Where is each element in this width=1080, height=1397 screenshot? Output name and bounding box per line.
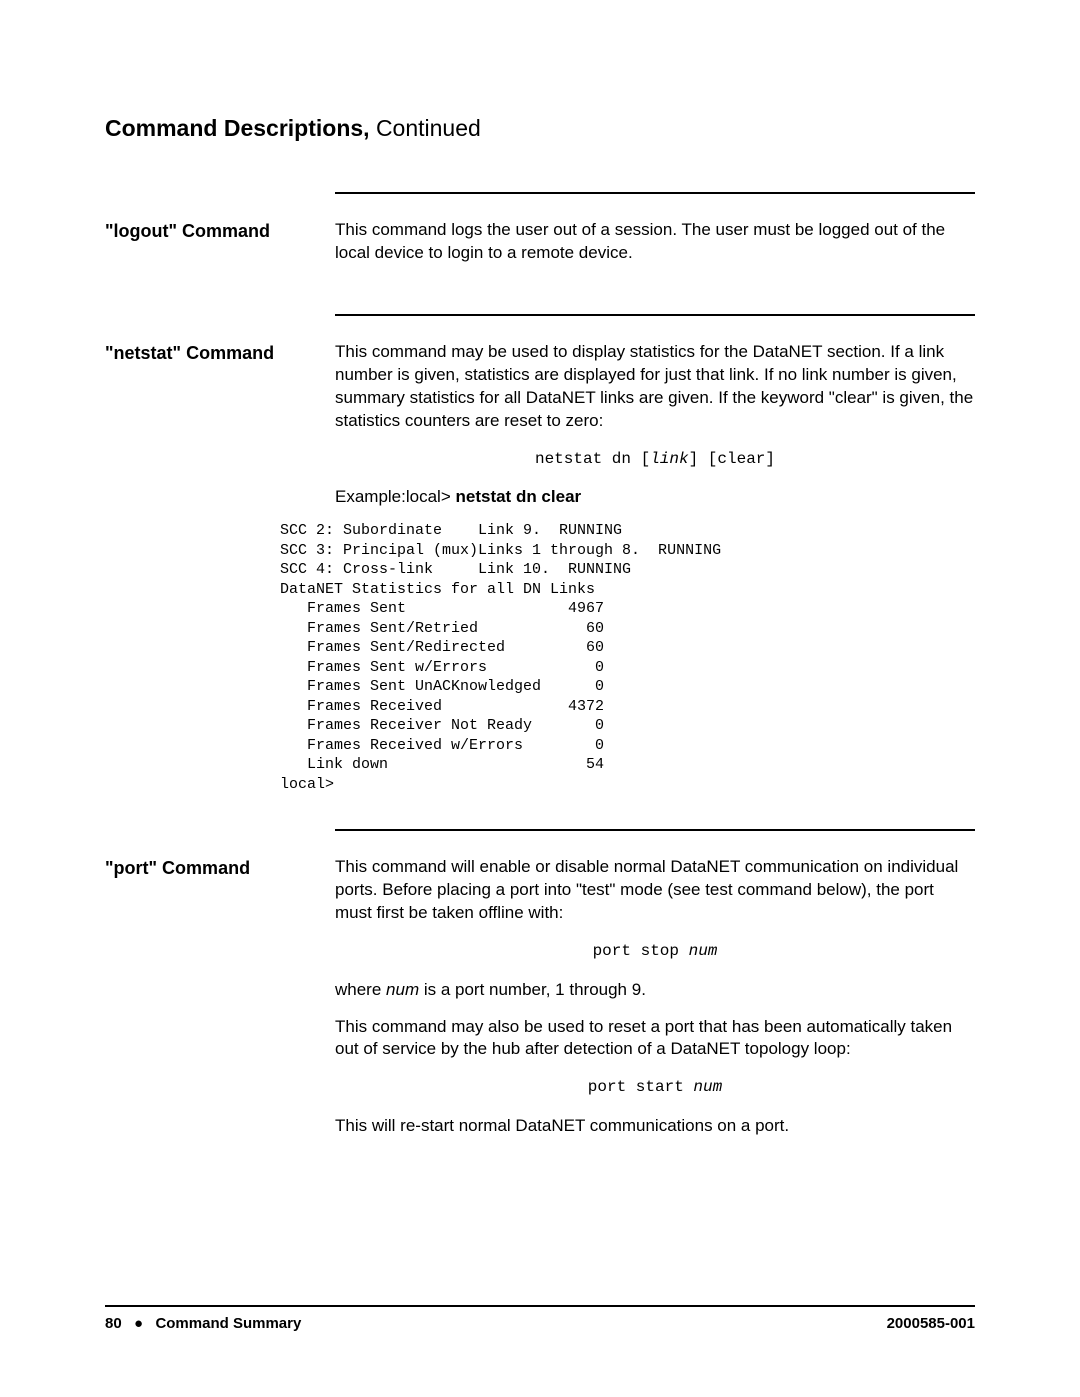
syntax-text: port start: [588, 1078, 694, 1096]
syntax-text: netstat dn [: [535, 450, 650, 468]
divider: [335, 192, 975, 194]
netstat-text1: This command may be used to display stat…: [335, 341, 975, 433]
logout-text: This command logs the user out of a sess…: [335, 219, 975, 265]
text: where: [335, 980, 386, 999]
footer-section: Command Summary: [155, 1315, 301, 1332]
logout-body: This command logs the user out of a sess…: [335, 219, 975, 279]
port-text2: where num is a port number, 1 through 9.: [335, 979, 975, 1002]
page: Command Descriptions, Continued "logout"…: [0, 0, 1080, 1397]
netstat-example: Example:local> netstat dn clear: [335, 486, 975, 509]
syntax-arg: num: [693, 1078, 722, 1096]
arg: num: [386, 980, 419, 999]
example-label: Example:local>: [335, 487, 455, 506]
divider: [335, 314, 975, 316]
logout-heading: "logout" Command: [105, 219, 335, 279]
port-text3: This command may also be used to reset a…: [335, 1016, 975, 1062]
page-footer: 80 ● Command Summary 2000585-001: [105, 1305, 975, 1332]
syntax-text: port stop: [593, 942, 689, 960]
port-heading: "port" Command: [105, 856, 335, 1152]
syntax-arg: num: [689, 942, 718, 960]
netstat-syntax: netstat dn [link] [clear]: [335, 449, 975, 471]
bullet-icon: ●: [130, 1315, 147, 1332]
port-syntax1: port stop num: [335, 941, 975, 963]
divider: [335, 829, 975, 831]
port-syntax2: port start num: [335, 1077, 975, 1099]
netstat-output: SCC 2: Subordinate Link 9. RUNNING SCC 3…: [280, 521, 975, 794]
logout-section: "logout" Command This command logs the u…: [105, 219, 975, 279]
syntax-text: ] [clear]: [689, 450, 775, 468]
port-text1: This command will enable or disable norm…: [335, 856, 975, 925]
port-body: This command will enable or disable norm…: [335, 856, 975, 1152]
footer-left: 80 ● Command Summary: [105, 1315, 301, 1332]
page-number: 80: [105, 1315, 122, 1332]
title-continued: Continued: [376, 115, 481, 141]
text: is a port number, 1 through 9.: [419, 980, 646, 999]
page-title: Command Descriptions, Continued: [105, 115, 975, 142]
title-main: Command Descriptions,: [105, 115, 370, 141]
port-text4: This will re-start normal DataNET commun…: [335, 1115, 975, 1138]
syntax-arg: link: [650, 450, 688, 468]
port-section: "port" Command This command will enable …: [105, 856, 975, 1152]
netstat-section: "netstat" Command This command may be us…: [105, 341, 975, 794]
footer-docnum: 2000585-001: [887, 1315, 975, 1332]
example-command: netstat dn clear: [455, 487, 581, 506]
netstat-body: This command may be used to display stat…: [335, 341, 975, 794]
